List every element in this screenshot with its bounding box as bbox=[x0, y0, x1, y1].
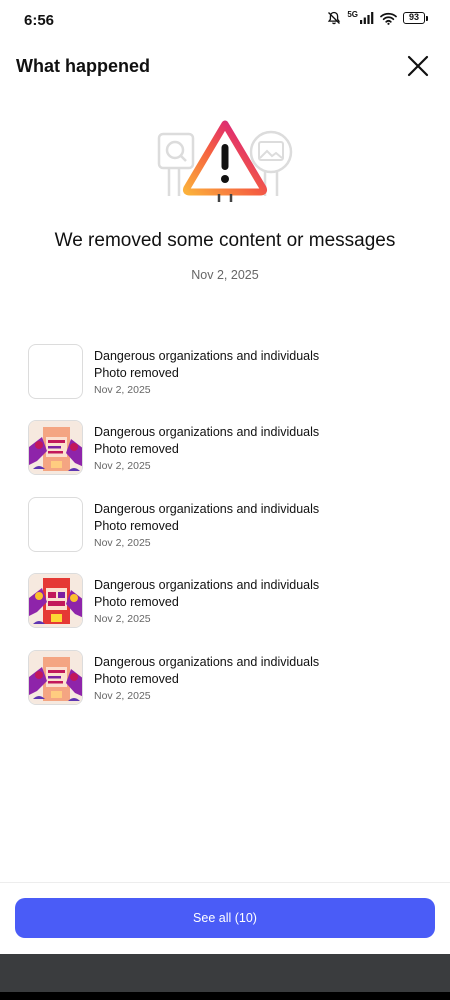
battery-icon: 93 bbox=[403, 12, 428, 24]
item-status: Photo removed bbox=[94, 671, 179, 686]
item-reason: Dangerous organizations and individuals bbox=[94, 578, 320, 593]
thumbnail-blank bbox=[28, 344, 83, 399]
header: What happened bbox=[0, 50, 450, 84]
system-nav-edge bbox=[0, 992, 450, 1000]
item-status: Photo removed bbox=[94, 366, 179, 380]
item-status: Photo removed bbox=[94, 595, 179, 610]
status-icons: 5G 93 bbox=[327, 9, 428, 25]
list-item[interactable]: Dangerous organizations and individuals … bbox=[28, 344, 428, 420]
thumbnail-illustration bbox=[28, 420, 83, 476]
removed-content-list: Dangerous organizations and individuals … bbox=[28, 344, 428, 726]
hero-illustration bbox=[155, 118, 295, 208]
signal-icon bbox=[360, 12, 374, 24]
close-icon bbox=[407, 55, 429, 77]
item-status: Photo removed bbox=[94, 442, 179, 457]
item-date: Nov 2, 2025 bbox=[94, 460, 151, 473]
status-bar: 6:56 5G 93 bbox=[0, 0, 450, 40]
divider bbox=[0, 882, 450, 883]
wifi-icon bbox=[380, 12, 397, 25]
item-reason: Dangerous organizations and individuals bbox=[94, 654, 320, 669]
item-date: Nov 2, 2025 bbox=[94, 384, 151, 396]
page-title: What happened bbox=[16, 56, 150, 76]
thumbnail-illustration bbox=[28, 573, 83, 629]
network-label: 5G bbox=[347, 9, 358, 19]
list-item[interactable]: Dangerous organizations and individuals … bbox=[28, 420, 428, 496]
thumbnail-illustration bbox=[28, 649, 83, 705]
item-date: Nov 2, 2025 bbox=[94, 536, 151, 549]
main-title: We removed some content or messages bbox=[54, 230, 396, 251]
item-reason: Dangerous organizations and individuals bbox=[94, 425, 320, 440]
main-date: Nov 2, 2025 bbox=[191, 268, 259, 282]
item-status: Photo removed bbox=[94, 518, 179, 533]
see-all-button[interactable]: See all (10) bbox=[15, 898, 435, 938]
item-reason: Dangerous organizations and individuals bbox=[94, 349, 320, 363]
item-date: Nov 2, 2025 bbox=[94, 689, 151, 702]
list-item[interactable]: Dangerous organizations and individuals … bbox=[28, 649, 428, 726]
thumbnail-blank bbox=[28, 496, 83, 552]
item-reason: Dangerous organizations and individuals bbox=[94, 501, 320, 516]
status-time: 6:56 bbox=[24, 12, 55, 29]
battery-level: 93 bbox=[403, 12, 425, 24]
list-item[interactable]: Dangerous organizations and individuals … bbox=[28, 573, 428, 649]
item-date: Nov 2, 2025 bbox=[94, 613, 151, 626]
bell-muted-icon bbox=[328, 11, 341, 25]
list-item[interactable]: Dangerous organizations and individuals … bbox=[28, 496, 428, 573]
warning-icon bbox=[182, 120, 268, 202]
close-button[interactable] bbox=[406, 54, 430, 78]
